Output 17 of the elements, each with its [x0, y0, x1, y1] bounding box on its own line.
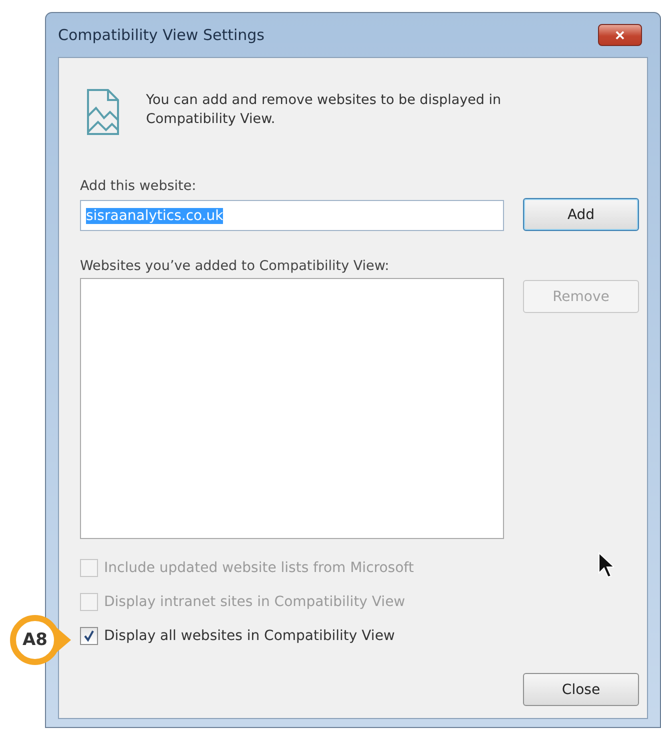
website-input-field[interactable]: sisraanalytics.co.uk [80, 200, 504, 231]
intro-text: You can add and remove websites to be displayed in Compatibility View. [146, 91, 502, 129]
checkbox-label: Display intranet sites in Compatibility View [104, 594, 406, 610]
mouse-cursor-icon [598, 552, 614, 578]
checkbox[interactable] [80, 627, 98, 645]
callout-pointer-icon [57, 628, 71, 652]
list-label: Websites you’ve added to Compatibility View: [80, 258, 390, 274]
close-button[interactable]: ✕ [598, 24, 642, 46]
website-list[interactable] [80, 278, 504, 539]
check-icon [83, 630, 95, 642]
field-label: Add this website: [80, 178, 198, 194]
checkbox-label: Display all websites in Compatibility View [104, 628, 395, 644]
checkbox-label: Include updated website lists from Microsoft [104, 560, 414, 576]
page-icon [86, 88, 120, 136]
window-title: Compatibility View Settings [58, 26, 264, 44]
add-button[interactable]: Add [523, 198, 639, 231]
close-button[interactable]: Close [523, 673, 639, 706]
